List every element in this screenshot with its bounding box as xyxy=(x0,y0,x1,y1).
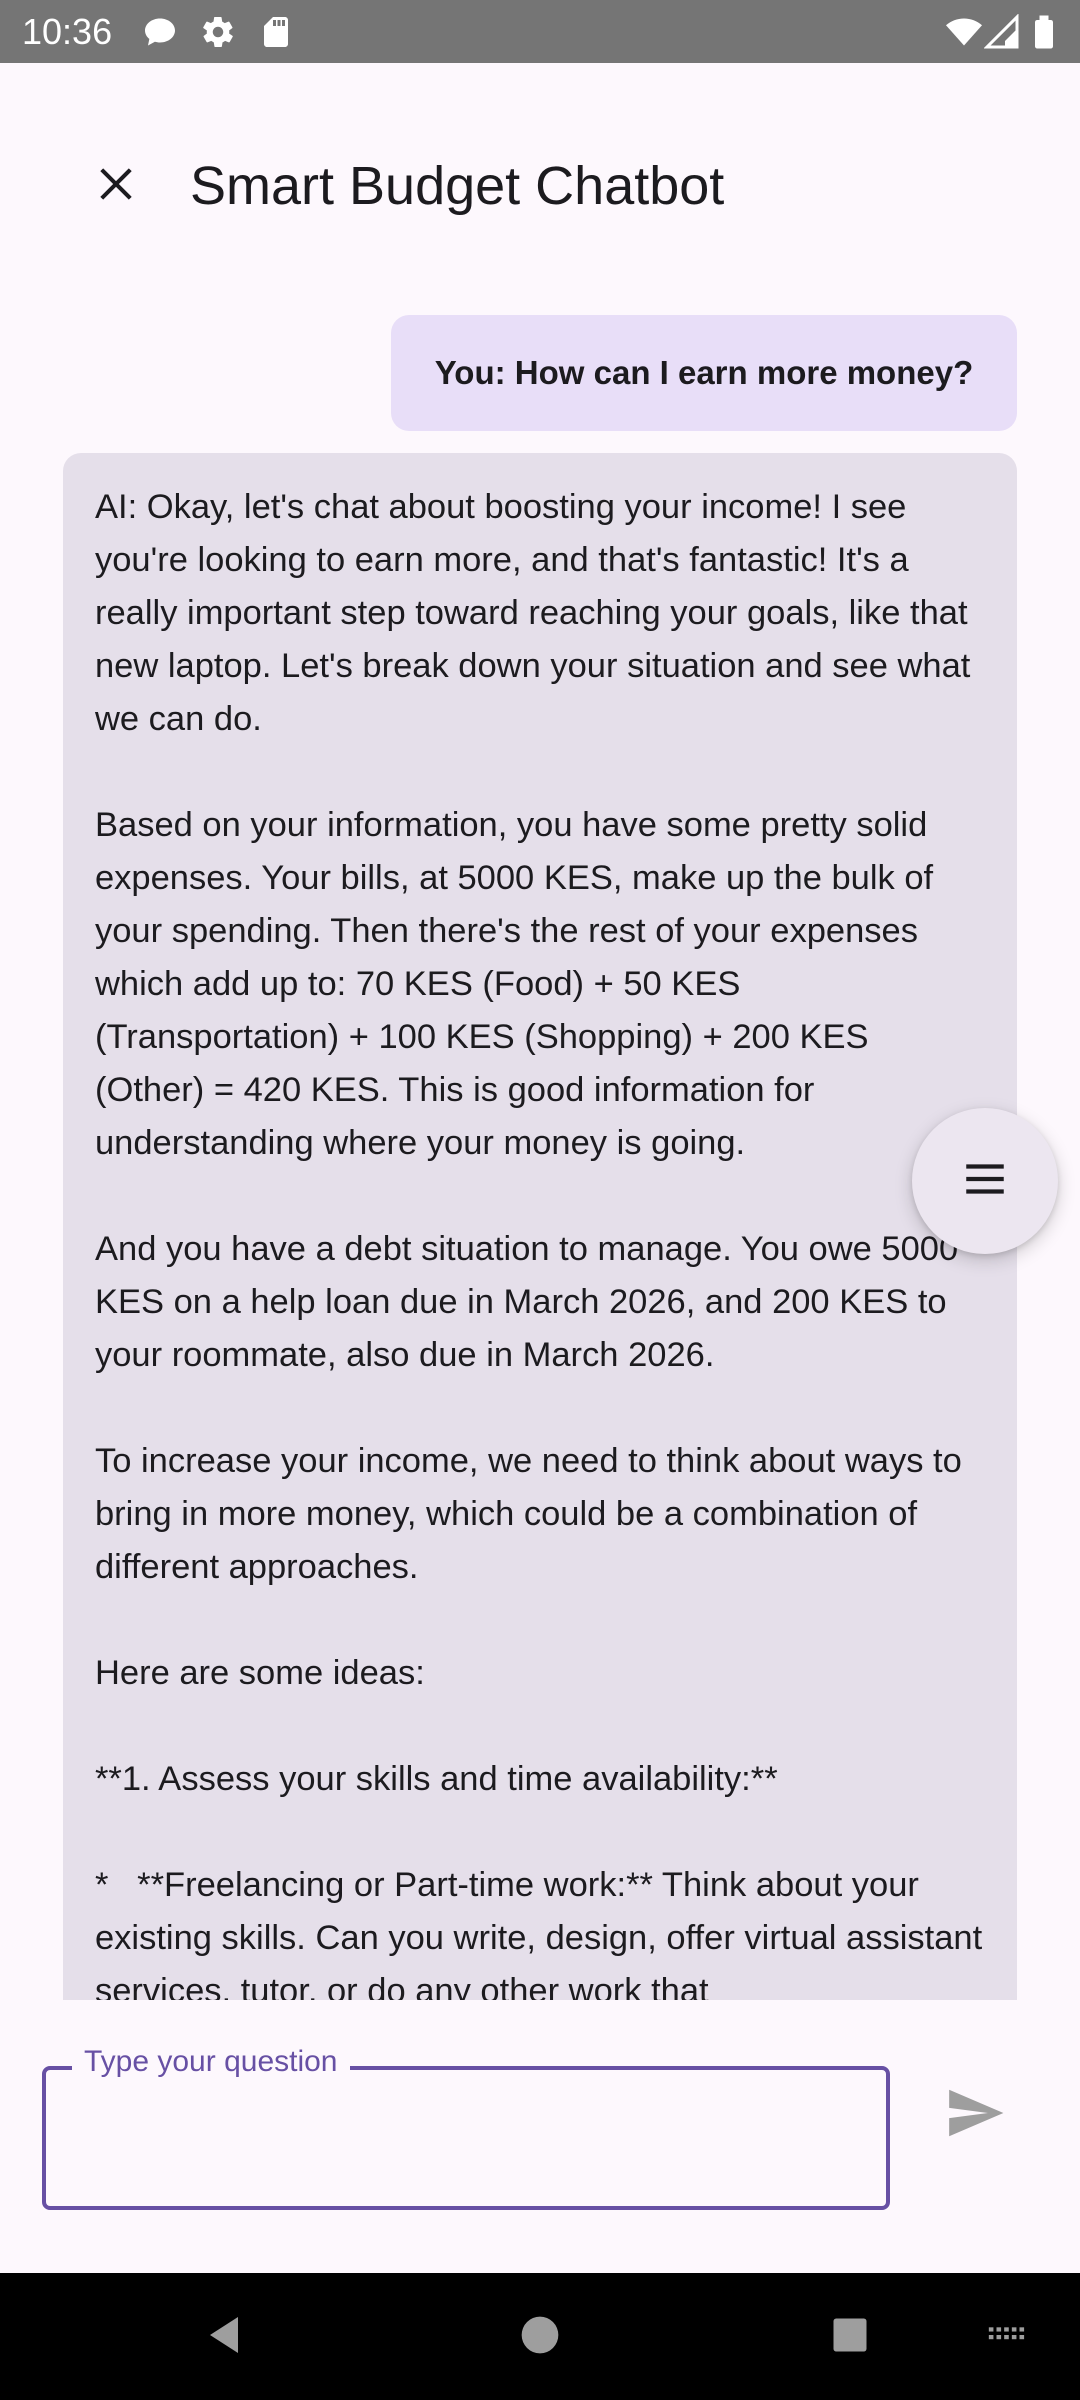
signal-icon xyxy=(983,13,1020,50)
navigation-bar xyxy=(0,2273,1080,2400)
close-icon xyxy=(94,162,138,211)
keyboard-button[interactable] xyxy=(972,2301,1044,2373)
ai-message-bubble[interactable]: AI: Okay, let's chat about boosting your… xyxy=(63,453,1017,2000)
chat-bubble-icon xyxy=(142,14,178,50)
battery-icon xyxy=(1030,14,1058,50)
keyboard-icon xyxy=(985,2312,1031,2363)
ai-message-text: AI: Okay, let's chat about boosting your… xyxy=(95,488,983,2000)
user-message-text: You: How can I earn more money? xyxy=(434,354,974,391)
status-time: 10:36 xyxy=(22,11,113,52)
send-button[interactable] xyxy=(930,2070,1020,2160)
gear-icon xyxy=(200,14,236,50)
question-input-label: Type your question xyxy=(72,2044,350,2080)
recents-button[interactable] xyxy=(814,2301,886,2373)
status-bar: 10:36 xyxy=(0,0,1080,63)
recents-icon xyxy=(828,2313,872,2362)
close-button[interactable] xyxy=(80,150,152,222)
page-title: Smart Budget Chatbot xyxy=(190,156,725,216)
send-icon xyxy=(944,2082,1006,2149)
question-input[interactable] xyxy=(42,2066,890,2210)
back-icon xyxy=(202,2311,250,2364)
back-button[interactable] xyxy=(190,2301,262,2373)
menu-fab-button[interactable] xyxy=(912,1108,1058,1254)
home-button[interactable] xyxy=(504,2301,576,2373)
user-message-bubble: You: How can I earn more money? xyxy=(391,315,1017,431)
menu-icon xyxy=(960,1154,1010,1209)
sd-card-icon xyxy=(258,14,294,50)
home-icon xyxy=(518,2313,562,2362)
wifi-icon xyxy=(946,14,982,50)
